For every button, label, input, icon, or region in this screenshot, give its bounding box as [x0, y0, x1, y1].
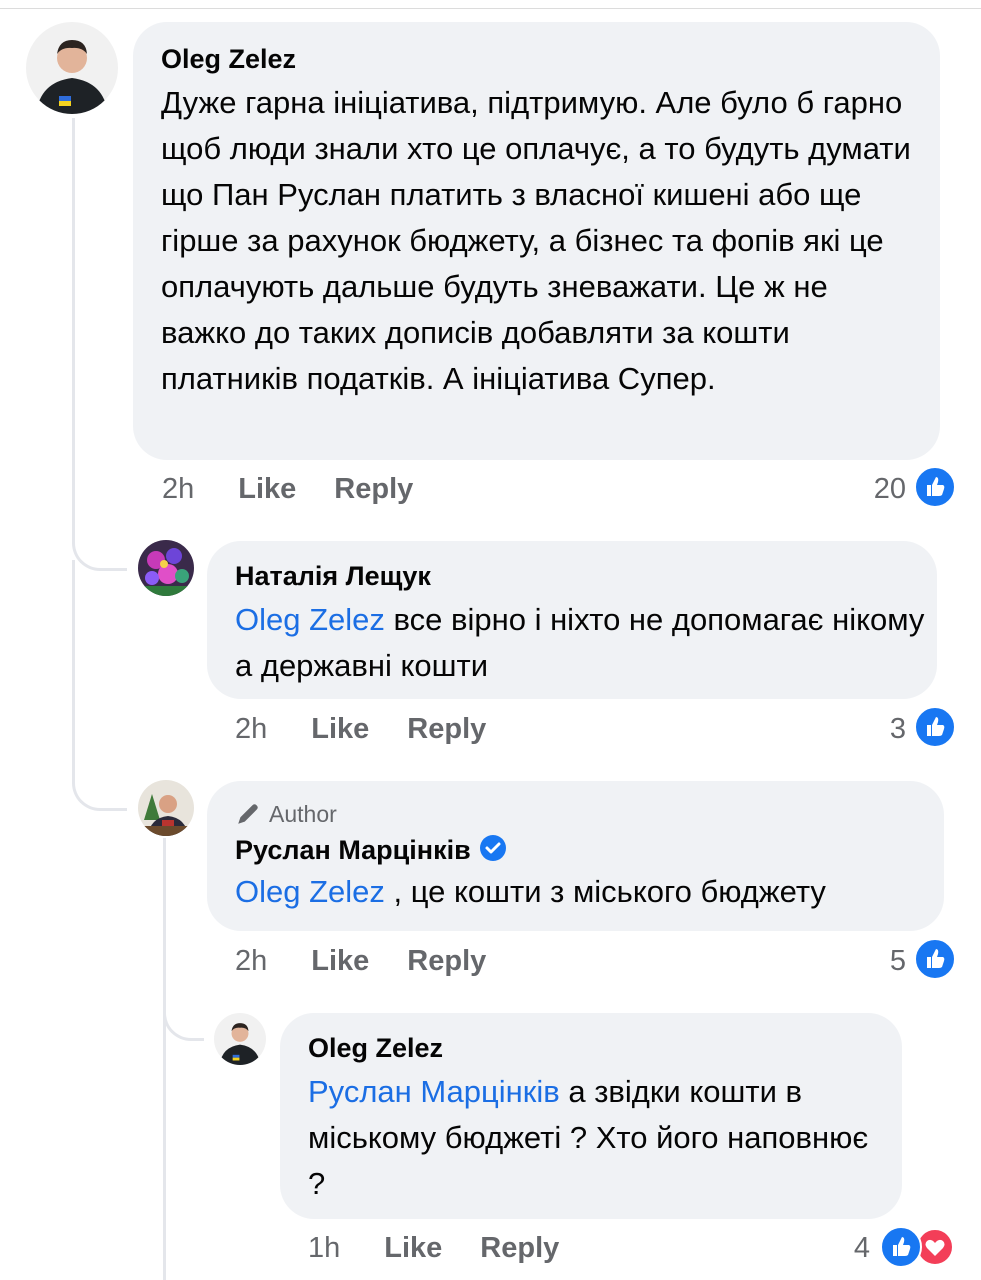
- reply-button[interactable]: Reply: [480, 1232, 559, 1264]
- comment-actions: 1h Like Reply: [308, 1231, 597, 1265]
- reply-button[interactable]: Reply: [407, 945, 486, 977]
- comment-author[interactable]: Наталія Лещук: [235, 559, 909, 593]
- comment-bubble-4: Oleg Zelez Руслан Марцінків а звідки кош…: [280, 1013, 902, 1219]
- author-name[interactable]: Руслан Марцінків: [235, 835, 471, 865]
- thread-line-sub: [163, 838, 166, 1280]
- top-divider: [0, 8, 981, 9]
- thread-connector-2: [72, 560, 127, 811]
- avatar-oleg-zelez-small[interactable]: [214, 1013, 266, 1065]
- reaction-count[interactable]: 20: [840, 472, 906, 506]
- like-button[interactable]: Like: [311, 713, 369, 745]
- thread-connector-3: [163, 990, 204, 1041]
- comment-text: Дуже гарна ініціатива, підтримую. Але бу…: [161, 85, 911, 396]
- comment-author[interactable]: Руслан Марцінків: [235, 833, 916, 867]
- comment-bubble-2: Наталія Лещук Oleg Zelez все вірно і ніх…: [207, 541, 937, 699]
- verified-check-icon: [479, 835, 506, 861]
- comment-author[interactable]: Oleg Zelez: [308, 1031, 874, 1065]
- mention-link[interactable]: Oleg Zelez: [235, 602, 385, 637]
- comment-bubble-1: Oleg Zelez Дуже гарна ініціатива, підтри…: [133, 22, 940, 460]
- comment-actions: 2h Like Reply: [162, 472, 451, 506]
- like-button[interactable]: Like: [311, 945, 369, 977]
- comment-actions: 2h Like Reply: [235, 944, 524, 978]
- thumbs-up-icon: [880, 1226, 922, 1268]
- comment-text: Oleg Zelez , це кошти з міського бюджету: [235, 869, 935, 915]
- comment-text: Oleg Zelez все вірно і ніхто не допомага…: [235, 597, 925, 689]
- comment-time[interactable]: 2h: [235, 713, 267, 745]
- author-badge-label: Author: [269, 801, 337, 827]
- mention-link[interactable]: Oleg Zelez: [235, 874, 385, 909]
- comment-time[interactable]: 2h: [162, 473, 194, 505]
- pencil-icon: [238, 804, 258, 824]
- like-button[interactable]: Like: [384, 1232, 442, 1264]
- comment-time[interactable]: 2h: [235, 945, 267, 977]
- comment-bubble-3: Author Руслан Марцінків Oleg Zelez , це …: [207, 781, 944, 931]
- avatar-oleg-zelez[interactable]: [26, 22, 118, 114]
- reaction-count[interactable]: 4: [808, 1231, 870, 1265]
- thumbs-up-icon: [914, 706, 956, 748]
- reply-button[interactable]: Reply: [334, 473, 413, 505]
- comment-body: , це кошти з міського бюджету: [384, 874, 826, 909]
- thread-line-main: [72, 118, 75, 538]
- thumbs-up-icon: [914, 466, 956, 508]
- avatar-ruslan[interactable]: [138, 780, 194, 836]
- like-button[interactable]: Like: [238, 473, 296, 505]
- reaction-count[interactable]: 5: [840, 944, 906, 978]
- comment-actions: 2h Like Reply: [235, 712, 524, 746]
- avatar-natalia[interactable]: [138, 540, 194, 596]
- author-badge: Author: [235, 799, 916, 829]
- comment-text: Руслан Марцінків а звідки кошти в місько…: [308, 1069, 888, 1207]
- comment-time[interactable]: 1h: [308, 1232, 340, 1264]
- reaction-count[interactable]: 3: [840, 712, 906, 746]
- reply-button[interactable]: Reply: [407, 713, 486, 745]
- thumbs-up-icon: [914, 938, 956, 980]
- comment-author[interactable]: Oleg Zelez: [161, 42, 912, 76]
- mention-link[interactable]: Руслан Марцінків: [308, 1074, 560, 1109]
